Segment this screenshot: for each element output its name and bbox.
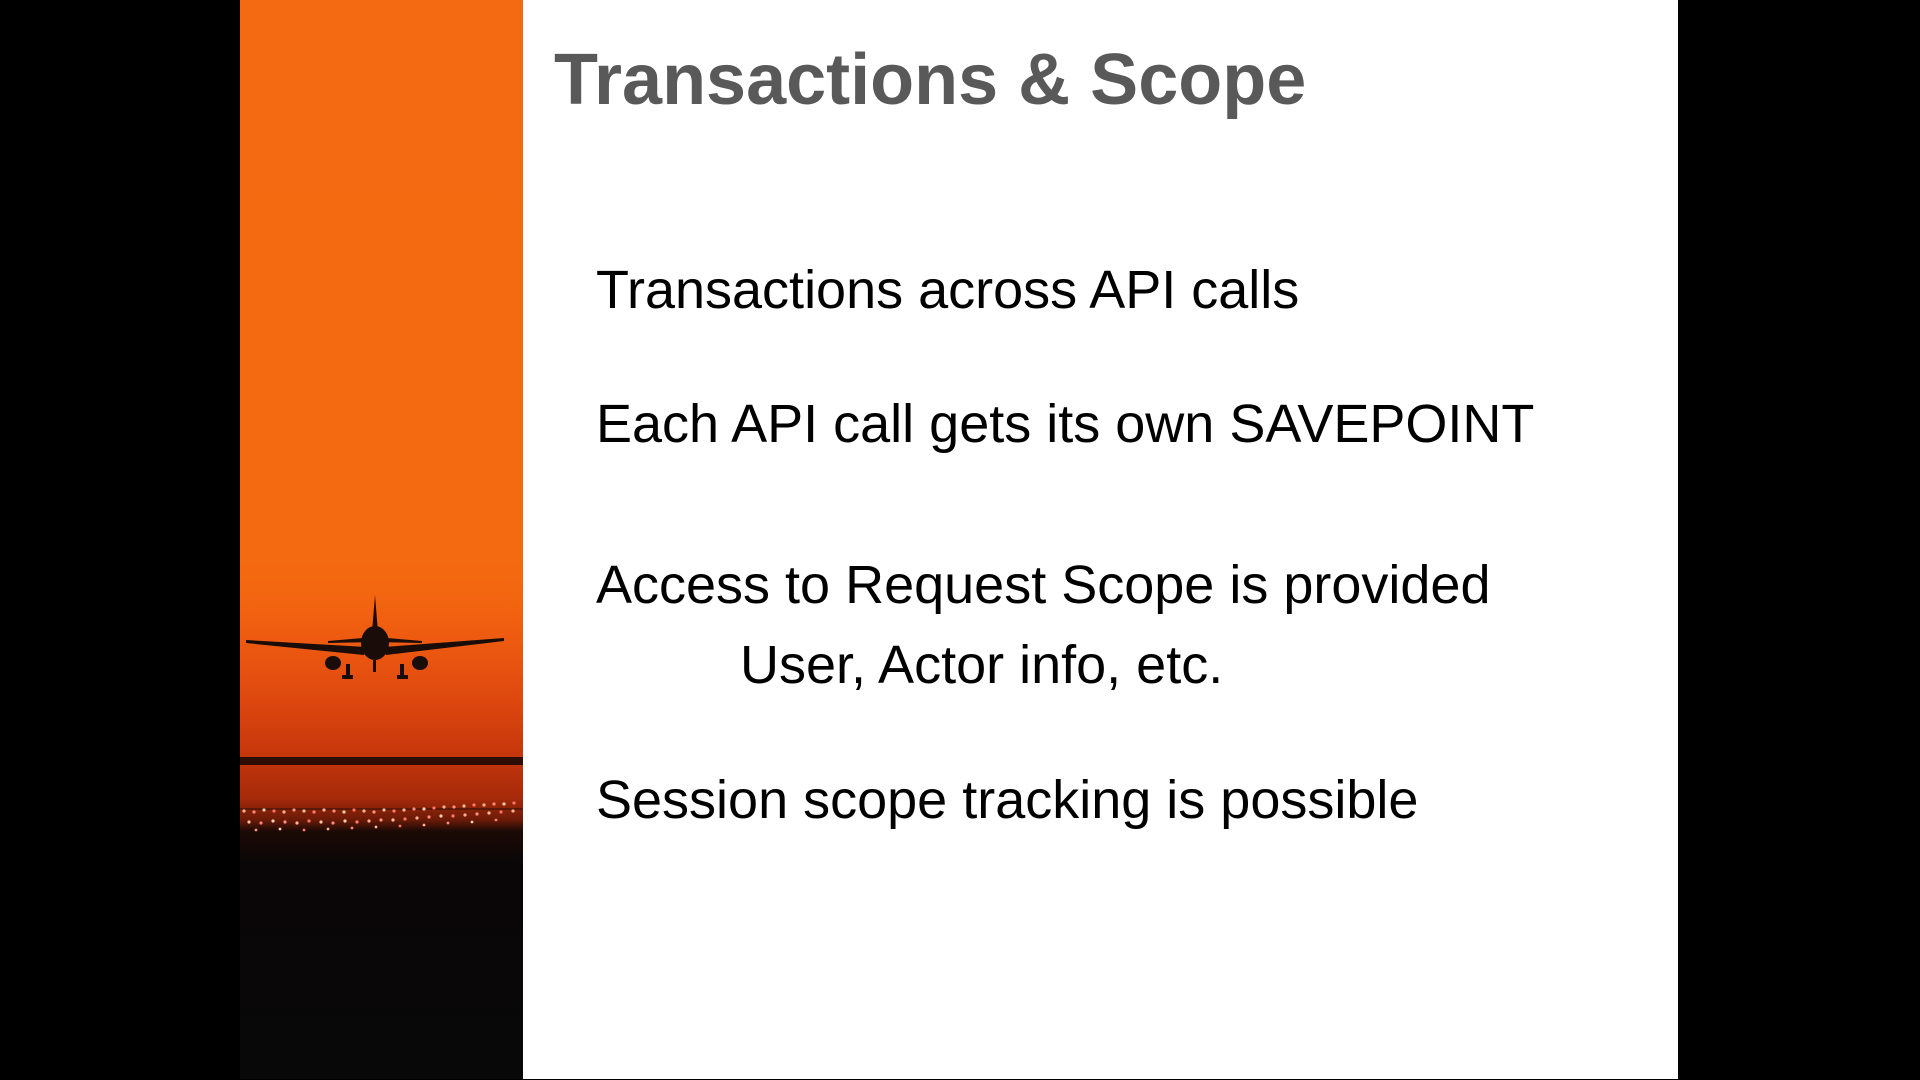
airplane-sunset-photo xyxy=(240,0,523,1079)
presentation-viewport: Transactions & Scope Transactions across… xyxy=(0,0,1920,1080)
airplane-silhouette xyxy=(246,595,504,679)
slide-title: Transactions & Scope xyxy=(554,40,1307,120)
bullet-savepoint: Each API call gets its own SAVEPOINT xyxy=(596,394,1535,454)
bullet-session-scope: Session scope tracking is possible xyxy=(596,770,1419,830)
slide: Transactions & Scope Transactions across… xyxy=(240,0,1678,1079)
bullet-transactions: Transactions across API calls xyxy=(596,260,1300,320)
bullet-request-scope: Access to Request Scope is provided xyxy=(596,555,1491,615)
runway-lights xyxy=(240,801,523,832)
sub-bullet-user-actor: User, Actor info, etc. xyxy=(740,635,1224,695)
